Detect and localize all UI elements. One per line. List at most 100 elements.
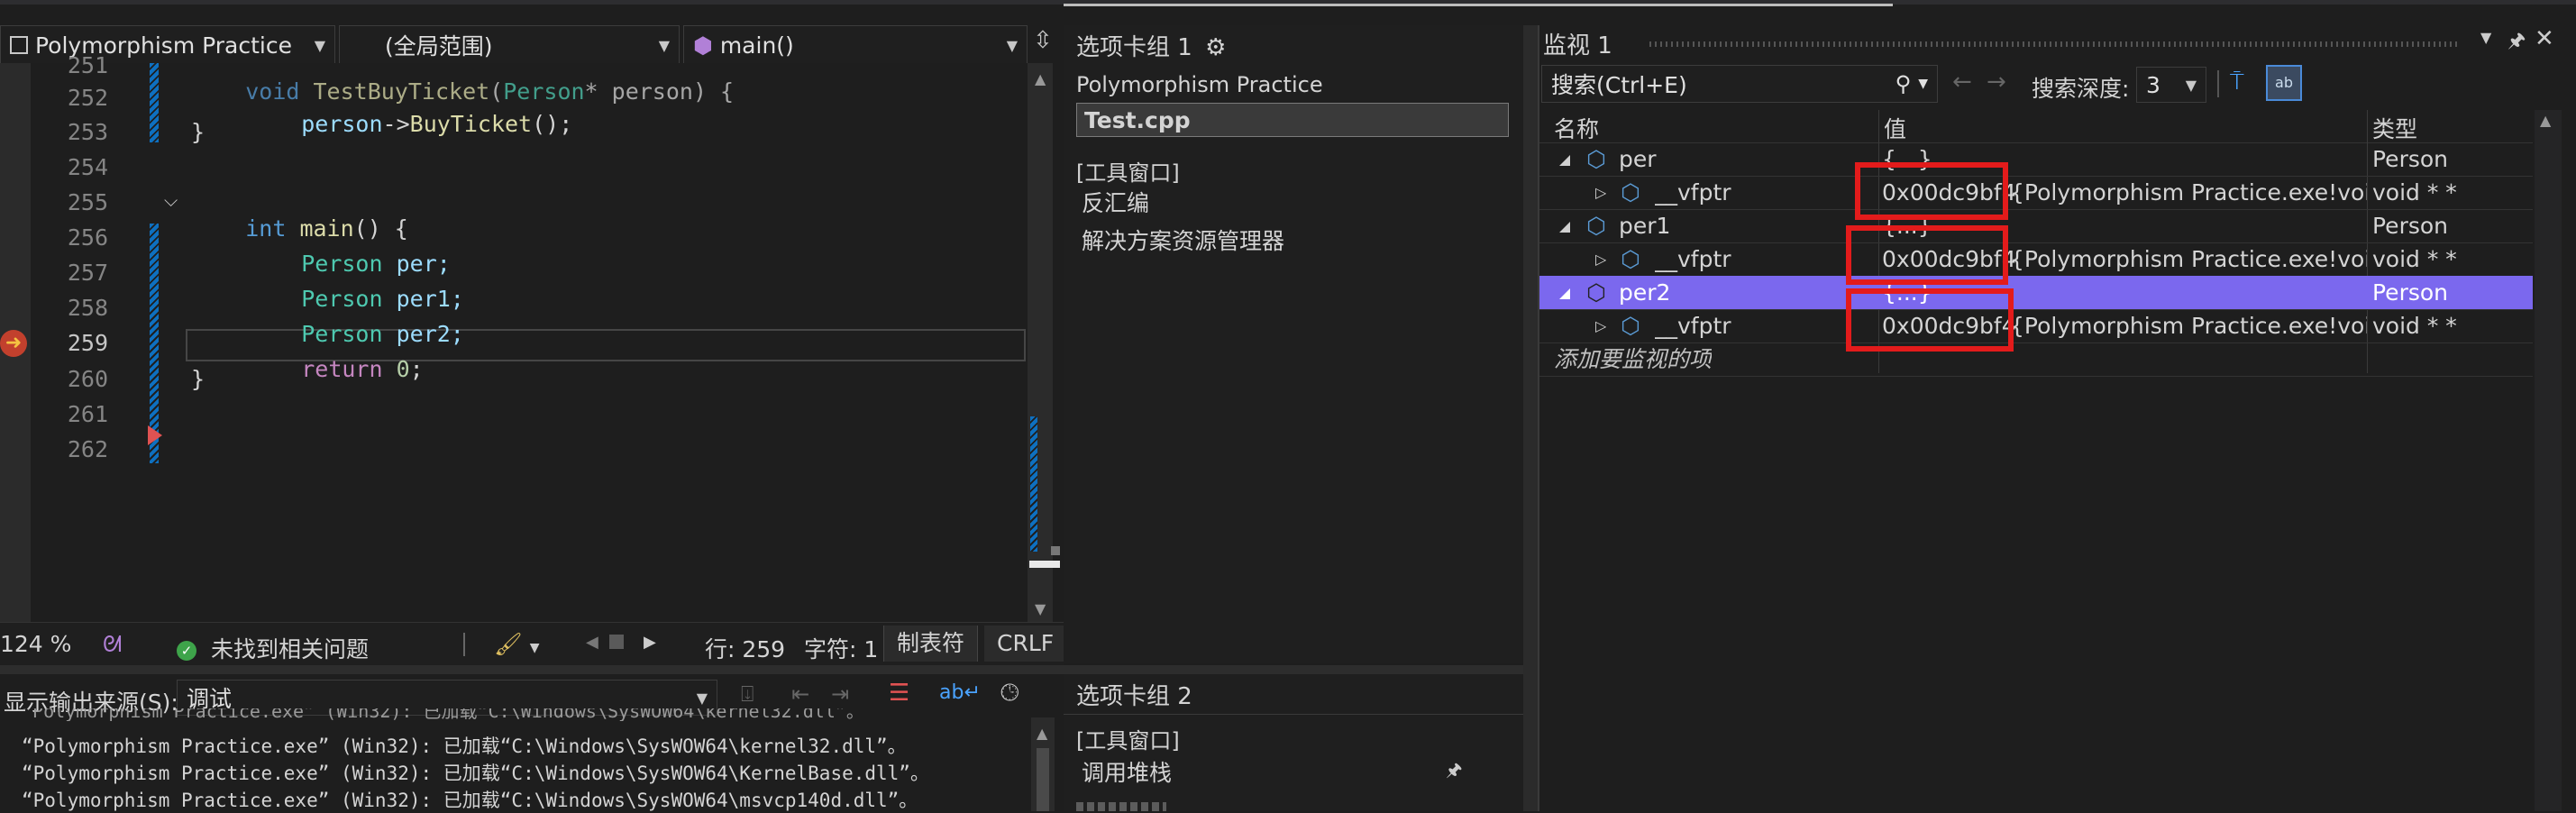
- watch-row-per1[interactable]: ◢ ⬡ per1 {...} Person: [1539, 209, 2533, 243]
- column-header-name[interactable]: 名称: [1554, 112, 1599, 144]
- watch-type: void * *: [2372, 313, 2457, 339]
- tab-group-2-title: 选项卡组 2: [1076, 683, 1192, 710]
- check-circle-icon: ✓: [177, 641, 196, 661]
- line-indicator[interactable]: 行: 259: [705, 632, 785, 664]
- tab-group-2-section: [工具窗口]: [1076, 728, 1180, 754]
- watch-row-vfptr[interactable]: ▷ ⬡ __vfptr 0x00dc9bf4 {Polymorphism Pra…: [1539, 242, 2533, 277]
- chevron-down-icon: ▼: [314, 36, 325, 54]
- expand-triangle-icon[interactable]: ▷: [1595, 242, 1606, 276]
- search-depth-dropdown[interactable]: 3 ▼: [2136, 67, 2206, 103]
- next-message-icon[interactable]: ⇥: [831, 681, 849, 707]
- prev-message-icon[interactable]: ⇤: [791, 681, 809, 707]
- current-statement-arrow-icon[interactable]: ➜: [0, 330, 27, 357]
- pin-icon[interactable]: 🖈︎: [1446, 757, 1463, 788]
- object-icon: ⬡: [1586, 279, 1606, 306]
- line-number: 253: [67, 119, 108, 145]
- chevron-down-icon: ▼: [2185, 76, 2197, 94]
- search-placeholder: 搜索(Ctrl+E): [1551, 72, 1687, 98]
- watch-title-dotted-bar: [1649, 41, 2461, 47]
- scrollbar-thumb[interactable]: [1029, 561, 1060, 568]
- function-dropdown[interactable]: ⬢ main() ▼: [683, 25, 1028, 65]
- tab-group-1-project: Polymorphism Practice: [1076, 72, 1323, 97]
- split-editor-icon[interactable]: ⇳: [1033, 27, 1053, 54]
- find-message-icon[interactable]: ⍗: [741, 681, 754, 707]
- brush-icon[interactable]: 🖌︎ ▼: [494, 631, 539, 658]
- watch-vertical-scrollbar[interactable]: [2535, 110, 2562, 811]
- column-header-type[interactable]: 类型: [2372, 112, 2417, 144]
- pin-source-icon[interactable]: ⍑: [2230, 69, 2244, 96]
- collapse-toggle-icon[interactable]: ⌵: [164, 189, 178, 211]
- editor-pane[interactable]: 251 252 253 254 255 256 257 258 259 260 …: [0, 52, 1060, 622]
- dropdown-icon[interactable]: ▼: [2480, 29, 2491, 46]
- clock-icon[interactable]: 🕒︎: [1000, 680, 1019, 708]
- word-wrap-icon[interactable]: ab↵: [939, 681, 981, 704]
- output-line: “Polymorphism Practice.exe” (Win32): 已加载…: [22, 763, 929, 784]
- hex-display-icon[interactable]: ab: [2266, 65, 2302, 101]
- tab-disassembly[interactable]: 反汇编: [1082, 186, 1149, 218]
- search-icon[interactable]: ⚲: [1895, 71, 1912, 96]
- chevron-down-icon[interactable]: ▼: [1918, 77, 1928, 91]
- scroll-up-icon[interactable]: ▲: [1037, 725, 1047, 742]
- watch-name: per2: [1619, 279, 1671, 306]
- watch-value-detail: {Polymorphism Practice.exe!void(...: [2010, 313, 2367, 339]
- tab-solution-explorer[interactable]: 解决方案资源管理器: [1082, 224, 1284, 256]
- column-header-value[interactable]: 值: [1884, 112, 1906, 144]
- arrow-right-icon[interactable]: →: [1987, 69, 2006, 96]
- nav-stop-icon[interactable]: [609, 635, 624, 649]
- collapse-triangle-icon[interactable]: ◢: [1559, 142, 1570, 176]
- collapse-triangle-icon[interactable]: ◢: [1559, 276, 1570, 309]
- chevron-down-icon: ▼: [1006, 36, 1018, 54]
- watch-search-box[interactable]: 搜索(Ctrl+E) ⚲ ▼: [1541, 65, 1938, 103]
- add-watch-placeholder[interactable]: 添加要监视的项: [1554, 343, 1712, 376]
- watch-name: per1: [1619, 213, 1671, 239]
- run-to-click-icon[interactable]: [148, 425, 162, 445]
- scroll-up-icon[interactable]: ▲: [2540, 112, 2551, 129]
- code-line-259: return 0;: [301, 356, 424, 382]
- watch-name: __vfptr: [1655, 179, 1731, 206]
- tab-call-stack[interactable]: 调用堆栈: [1082, 755, 1172, 788]
- object-icon: ⬡: [1586, 146, 1606, 172]
- close-icon[interactable]: ✕: [2535, 25, 2554, 52]
- code-line-253: }: [191, 119, 206, 145]
- watch-add-item-row[interactable]: 添加要监视的项: [1539, 343, 2533, 377]
- watch-type: Person: [2372, 279, 2449, 306]
- highlight-box: [1846, 225, 2008, 285]
- field-icon: ⬡: [1621, 313, 1640, 339]
- char-indicator[interactable]: 字符: 1: [804, 632, 878, 664]
- scroll-down-icon[interactable]: ▼: [1035, 600, 1046, 617]
- expand-triangle-icon[interactable]: ▷: [1595, 176, 1606, 209]
- watch-row-vfptr[interactable]: ▷ ⬡ __vfptr 0x00dc9bf4 {Polymorphism Pra…: [1539, 176, 2533, 210]
- clear-all-icon[interactable]: ☰: [889, 680, 909, 707]
- collapse-triangle-icon[interactable]: ◢: [1559, 209, 1570, 242]
- watch-type: void * *: [2372, 179, 2457, 206]
- line-number: 251: [67, 52, 108, 78]
- vertical-splitter[interactable]: [1523, 25, 1538, 811]
- tabs-indicator[interactable]: 制表符: [883, 626, 979, 662]
- eol-indicator[interactable]: CRLF: [984, 626, 1067, 662]
- pin-icon[interactable]: 🖈︎: [2507, 25, 2526, 59]
- nav-forward-icon[interactable]: ▶: [644, 633, 656, 652]
- scrollbar-change-map: [1030, 416, 1037, 552]
- tab-group-1-file-tab[interactable]: Test.cpp: [1076, 103, 1509, 137]
- watch-row-per[interactable]: ◢ ⬡ per {...} Person: [1539, 142, 2533, 177]
- expand-triangle-icon[interactable]: ▷: [1595, 309, 1606, 343]
- horizontal-splitter[interactable]: [0, 665, 1523, 674]
- scroll-up-icon[interactable]: ▲: [1035, 70, 1046, 87]
- gear-icon[interactable]: ⚙: [1205, 34, 1226, 61]
- watch-title: 监视 1: [1543, 32, 1612, 59]
- tab-group-1-section: [工具窗口]: [1076, 160, 1180, 186]
- issues-status[interactable]: ✓ 未找到相关问题: [177, 632, 369, 664]
- watch-row-vfptr[interactable]: ▷ ⬡ __vfptr 0x00dc9bf4 {Polymorphism Pra…: [1539, 309, 2533, 343]
- intellicode-icon[interactable]: ᘛ: [103, 631, 122, 658]
- line-number: 262: [67, 436, 108, 462]
- project-icon: [10, 36, 28, 54]
- output-scroll-thumb[interactable]: [1037, 748, 1049, 811]
- watch-row-per2-selected[interactable]: ◢ ⬡ per2 {...} Person: [1539, 276, 2533, 310]
- arrow-left-icon[interactable]: ←: [1952, 69, 1972, 96]
- watch-name: __vfptr: [1655, 246, 1731, 272]
- watch-type: void * *: [2372, 246, 2457, 272]
- line-number: 257: [67, 260, 108, 286]
- nav-back-icon[interactable]: ◀: [586, 633, 598, 652]
- output-line: “Polymorphism Practice.exe” (Win32): 已加载…: [22, 735, 907, 757]
- output-line: “Polymorphism Practice.exe” (Win32): 已加载…: [22, 790, 918, 811]
